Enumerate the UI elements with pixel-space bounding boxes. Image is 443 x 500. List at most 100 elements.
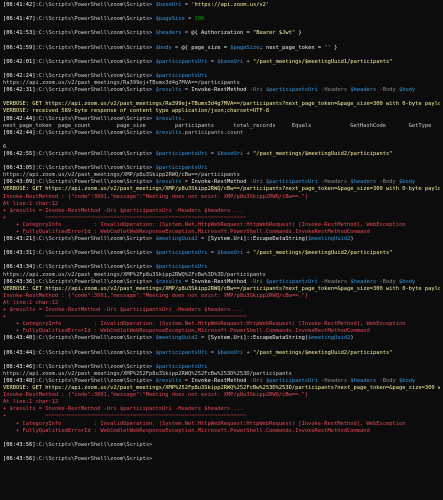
text-segment-ts: [06:43:36] [3,278,36,285]
text-segment-op: = [184,16,195,23]
text-segment-cmd: [System.Uri]::EscapeDataString( [207,236,309,243]
text-segment-ps: :C:\Scripts\PowerShell\zoom\Scripts> [35,115,156,122]
text-segment-out: https://api.zoom.us/v2/past_meetings/XMP… [3,172,240,179]
terminal-line: [06:43:21]:C:\Scripts\PowerShell\zoom\Sc… [3,236,440,243]
text-segment-ps: :C:\Scripts\PowerShell\zoom\Scripts> [35,363,156,370]
terminal-line: [06:42:31]:C:\Scripts\PowerShell\zoom\Sc… [3,87,440,94]
terminal-line: [06:43:34]:C:\Scripts\PowerShell\zoom\Sc… [3,264,440,271]
text-segment-op: + [243,58,253,65]
text-segment-err: At line:1 char:12 [3,299,59,306]
text-segment-str: "/past_meetings/$meetingUuid2/participan… [252,150,393,157]
text-segment-err: + ~~~~~~~~~~~~~~~~~~~~~~~~~~~~~~~~~~~~~~… [3,214,247,221]
text-segment-var: $headers [350,179,377,186]
text-segment-ps: :C:\Scripts\PowerShell\zoom\Scripts> [35,264,156,271]
text-segment-op: = [171,44,182,51]
text-segment-cmd: Invoke-RestMethod [191,377,250,384]
text-segment-var: $participantsUri [155,165,208,172]
terminal-line: VERBOSE: GET https://api.zoom.us/v2/past… [3,101,440,108]
text-segment-ts: [06:43:46] [3,363,36,370]
text-segment-cmd: Invoke-RestMethod [191,179,250,186]
terminal-line: https://api.zoom.us/v2/past_meetings/XMP… [3,272,440,279]
text-segment-err: + FullyQualifiedErrorId : WebCmdletWebRe… [3,229,370,235]
text-segment-str: "/past_meetings/$meetingUuid2/participan… [252,250,393,257]
text-segment-err: + CategoryInfo : InvalidOperation: (Syst… [3,221,406,228]
text-segment-ps: :C:\Scripts\PowerShell\zoom\Scripts> [35,87,156,94]
text-segment-err: + $results = Invoke-RestMethod -Uri $par… [3,307,244,314]
text-segment-op: + [243,349,253,356]
text-segment-param: -Headers [317,87,351,94]
text-segment-ps: :C:\Scripts\PowerShell\zoom\Scripts> [35,44,156,51]
text-segment-var: $participantsUri [155,58,208,65]
text-segment-op: = [181,278,192,285]
text-segment-var: $participantsUri [265,87,318,94]
text-segment-ps: :C:\Scripts\PowerShell\zoom\Scripts> [35,179,156,186]
text-segment-cmd: Invoke-RestMethod [191,278,250,285]
text-segment-ts: [06:43:56] [3,441,36,448]
text-segment-num: 300 [194,16,205,23]
text-segment-param: -Body [376,278,400,285]
text-segment-var: $body [155,44,172,51]
terminal-line: [06:43:56]:C:\Scripts\PowerShell\zoom\Sc… [3,442,440,449]
terminal-line: [06:43:31]:C:\Scripts\PowerShell\zoom\Sc… [3,250,440,257]
text-segment-ts: [06:42:44] [3,129,36,136]
text-segment-ps: :C:\Scripts\PowerShell\zoom\Scripts> [35,150,156,157]
terminal-line: [06:41:47]:C:\Scripts\PowerShell\zoom\Sc… [3,16,440,23]
terminal-line: [06:42:44]:C:\Scripts\PowerShell\zoom\Sc… [3,116,440,123]
text-segment-ts: [06:43:05] [3,165,36,172]
text-segment-ts: [06:42:55] [3,150,36,157]
terminal-line: Invoke-RestMethod : {"code":3001,"messag… [3,392,440,399]
text-segment-var: $meetingUuid2 [155,236,198,243]
text-segment-verbose: VERBOSE: GET https://api.zoom.us/v2/past… [3,186,440,193]
text-segment-cmd: ) [350,335,354,342]
terminal-line: [06:41:59]:C:\Scripts\PowerShell\zoom\Sc… [3,45,440,52]
text-segment-str: '' [324,44,335,51]
text-segment-var: $baseUri [155,2,182,8]
terminal-line: https://api.zoom.us/v2/past_meetings/XMP… [3,172,440,179]
text-segment-op: = [207,349,218,356]
text-segment-var: $participantsUri [155,363,208,370]
text-segment-err: + ~~~~~~~~~~~~~~~~~~~~~~~~~~~~~~~~~~~~~~… [3,314,247,321]
text-segment-var: $meetingUuid2 [308,236,351,243]
text-segment-var: $body [399,87,416,94]
text-segment-cmd: ; next_page_token = [259,44,325,51]
text-segment-cmd: } [295,30,302,37]
text-segment-param: -Uri [249,179,266,186]
text-segment-err: At line:1 char:12 [3,200,59,207]
terminal-line: + CategoryInfo : InvalidOperation: (Syst… [3,421,440,428]
text-segment-str: "/past_meetings/$meetingUuid1/participan… [252,58,393,65]
text-segment-var: $results [155,278,182,285]
terminal-output[interactable]: [06:41:42]:C:\Scripts\PowerShell\zoom\Sc… [0,0,443,465]
terminal-line: VERBOSE: GET https://api.zoom.us/v2/past… [3,186,440,193]
text-segment-var: $participantsUri [155,250,208,257]
text-segment-var: $pageSize [230,44,260,51]
text-segment-cmd: } [334,44,338,51]
terminal-line: [06:41:42]:C:\Scripts\PowerShell\zoom\Sc… [3,2,440,9]
terminal-line: [06:43:46]:C:\Scripts\PowerShell\zoom\Sc… [3,364,440,371]
terminal-line: [06:42:55]:C:\Scripts\PowerShell\zoom\Sc… [3,151,440,158]
text-segment-op: = [197,236,208,243]
text-segment-err: + CategoryInfo : InvalidOperation: (Syst… [3,420,406,427]
text-segment-ts: [06:43:31] [3,250,36,257]
text-segment-ps: :C:\Scripts\PowerShell\zoom\Scripts> [35,129,156,136]
text-segment-ts: [06:43:44] [3,349,36,356]
text-segment-param: -Body [376,87,400,94]
text-segment-var: $body [399,377,416,384]
text-segment-op: = [207,150,218,157]
text-segment-ps: :C:\Scripts\PowerShell\zoom\Scripts> [35,72,156,79]
text-segment-err: + $results = Invoke-RestMethod -Uri $par… [3,406,244,413]
terminal-line: VERBOSE: GET https://api.zoom.us/v2/past… [3,385,440,392]
text-segment-param: -Uri [249,278,266,285]
text-segment-op: = [181,30,192,37]
text-segment-op: = [207,58,218,65]
text-segment-ps: :C:\Scripts\PowerShell\zoom\Scripts> [35,377,156,384]
terminal-line: [06:42:24]:C:\Scripts\PowerShell\zoom\Sc… [3,73,440,80]
text-segment-var: $meetingUuid2 [308,335,351,342]
terminal-line: VERBOSE: GET https://api.zoom.us/v2/past… [3,286,440,293]
text-segment-var: $body [399,179,416,186]
text-segment-param: -Headers [317,278,351,285]
